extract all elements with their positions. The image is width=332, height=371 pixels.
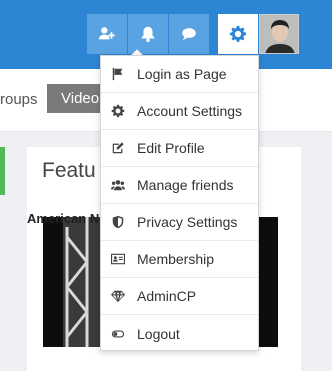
menu-item-account-settings[interactable]: Account Settings (101, 93, 258, 130)
featured-title: Featu (42, 159, 96, 182)
add-friend-icon (98, 27, 115, 40)
avatar[interactable] (259, 14, 299, 54)
gear-icon (229, 25, 247, 42)
menu-item-label: Manage friends (137, 177, 234, 193)
menu-item-membership[interactable]: Membership (101, 241, 258, 278)
tab-video[interactable]: Video (47, 84, 105, 113)
menu-item-manage-friends[interactable]: Manage friends (101, 167, 258, 204)
profile-photo-icon (260, 15, 298, 53)
menu-item-logout[interactable]: Logout (101, 315, 258, 352)
menu-item-label: Login as Page (137, 66, 227, 82)
menu-item-label: Logout (137, 325, 180, 342)
settings-dropdown: Login as Page Account Settings Edit Prof… (100, 55, 259, 351)
menu-item-label: Edit Profile (137, 140, 205, 156)
friend-requests-button[interactable] (87, 14, 127, 54)
menu-item-admincp[interactable]: AdminCP (101, 278, 258, 315)
shield-icon (110, 214, 126, 230)
menu-item-login-as-page[interactable]: Login as Page (101, 56, 258, 93)
menu-item-label: Account Settings (137, 103, 243, 119)
diamond-icon (110, 288, 126, 304)
toggle-icon (110, 326, 126, 342)
menu-item-label: Membership (137, 251, 215, 267)
bell-icon (141, 26, 155, 43)
status-strip (0, 147, 5, 195)
menu-item-label: AdminCP (137, 288, 197, 304)
notifications-button[interactable] (128, 14, 168, 54)
messages-button[interactable] (169, 14, 209, 54)
menu-item-privacy-settings[interactable]: Privacy Settings (101, 204, 258, 241)
cog-icon (110, 103, 126, 119)
settings-button[interactable] (218, 14, 258, 54)
menu-item-label: Privacy Settings (137, 214, 238, 230)
id-card-icon (110, 251, 126, 267)
tab-groups[interactable]: roups (0, 91, 38, 108)
menu-item-edit-profile[interactable]: Edit Profile (101, 130, 258, 167)
flag-icon (110, 66, 126, 82)
edit-icon (110, 140, 126, 156)
users-icon (110, 177, 126, 193)
chat-icon (182, 28, 196, 41)
